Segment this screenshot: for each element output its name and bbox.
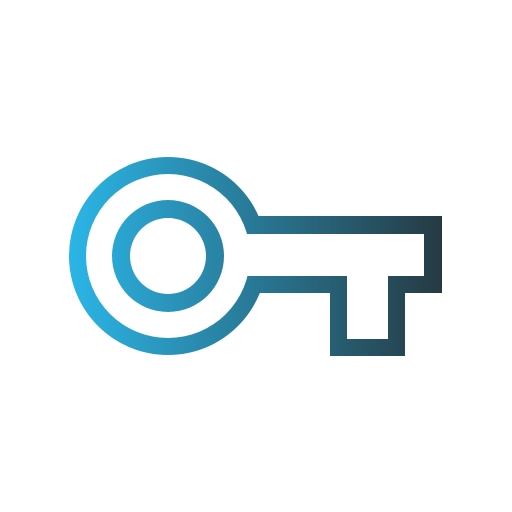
icon-canvas [0,0,512,512]
key-shape [0,0,512,512]
key-icon [0,0,512,512]
